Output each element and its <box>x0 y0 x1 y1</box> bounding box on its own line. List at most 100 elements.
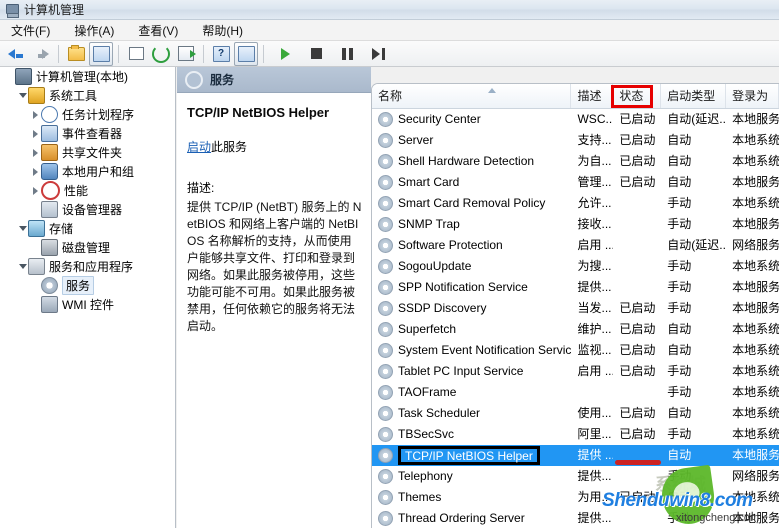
cell-service-name: Themes <box>372 487 571 508</box>
tree-node-label: 存储 <box>49 222 74 236</box>
play-icon <box>280 47 290 60</box>
cell-startup-type: 手动 <box>667 511 692 525</box>
start-service-button[interactable] <box>273 42 297 66</box>
cell-startup-type: 自动 <box>667 490 692 504</box>
service-name-text: Smart Card Removal Policy <box>398 196 546 210</box>
table-row[interactable]: Software Protection 启用 ... 自动(延迟... 网络服务 <box>372 235 779 256</box>
tree-node-10[interactable]: 服务和应用程序 <box>0 257 175 276</box>
column-header-description[interactable]: 描述 <box>571 84 614 108</box>
table-row[interactable]: TBSecSvc 阿里... 已启动 手动 本地系统 <box>372 424 779 445</box>
chevron-right-icon[interactable] <box>30 181 41 200</box>
table-row[interactable]: SSDP Discovery 当发... 已启动 手动 本地服务 <box>372 298 779 319</box>
tree-node-4[interactable]: 共享文件夹 <box>0 143 175 162</box>
table-row[interactable]: SogouUpdate 为搜... 手动 本地系统 <box>372 256 779 277</box>
cell-description: 维护... <box>577 322 612 336</box>
table-row[interactable]: Smart Card Removal Policy 允许... 手动 本地系统 <box>372 193 779 214</box>
table-row[interactable]: Security Center WSC... 已启动 自动(延迟... 本地服务 <box>372 109 779 130</box>
forward-button[interactable] <box>29 42 53 66</box>
console-tree[interactable]: 计算机管理(本地) 系统工具 任务计划程序 事件查看器 共享文件夹 本地用户和组 性能 设备管… <box>0 67 176 528</box>
show-tree-button[interactable] <box>89 41 113 66</box>
service-gear-icon <box>378 133 393 148</box>
table-row[interactable]: System Event Notification Service 监视... 已启… <box>372 340 779 361</box>
tree-node-8[interactable]: 存储 <box>0 219 175 238</box>
column-header-status[interactable]: 状态 <box>613 84 662 108</box>
cell-logon-as: 本地服务 <box>732 511 779 525</box>
table-row[interactable]: SNMP Trap 接收... 手动 本地服务 <box>372 214 779 235</box>
services-list-panel[interactable]: 名称 描述 状态 启动类型 登录为 Security Center WSC... 已… <box>371 83 779 528</box>
chevron-right-icon[interactable] <box>30 124 41 143</box>
cell-startup-type: 自动 <box>667 133 692 147</box>
table-row[interactable]: Server 支持... 已启动 自动 本地系统 <box>372 130 779 151</box>
refresh-icon <box>152 44 170 63</box>
cell-description: 监视... <box>577 343 612 357</box>
menu-action[interactable]: 操作(A) <box>71 21 117 40</box>
share-icon <box>41 144 58 161</box>
tree-node-12[interactable]: WMI 控件 <box>0 295 175 314</box>
start-service-link[interactable]: 启动 <box>187 140 211 154</box>
tree-node-1[interactable]: 系统工具 <box>0 86 175 105</box>
stop-service-button[interactable] <box>304 42 328 66</box>
service-name-text: SSDP Discovery <box>398 301 487 315</box>
table-row[interactable]: Smart Card 管理... 已启动 自动 本地服务 <box>372 172 779 193</box>
chevron-down-icon[interactable] <box>17 219 28 238</box>
menu-file[interactable]: 文件(F) <box>8 21 53 40</box>
services-rows-container[interactable]: Security Center WSC... 已启动 自动(延迟... 本地服务 Serv… <box>372 109 779 528</box>
column-header-startup-type[interactable]: 启动类型 <box>661 84 727 108</box>
service-name-text: Tablet PC Input Service <box>398 364 524 378</box>
column-header-logon-as[interactable]: 登录为 <box>726 84 779 108</box>
help-button[interactable]: ? <box>209 42 233 66</box>
cell-status <box>613 214 661 235</box>
chevron-right-icon[interactable] <box>30 162 41 181</box>
back-button[interactable] <box>4 42 28 66</box>
service-name-text: Task Scheduler <box>398 406 481 420</box>
tree-node-2[interactable]: 任务计划程序 <box>0 105 175 124</box>
table-row[interactable]: SPP Notification Service 提供... 手动 本地服务 <box>372 277 779 298</box>
table-row[interactable]: Thread Ordering Server 提供... 手动 本地服务 <box>372 508 779 528</box>
service-name-text: SNMP Trap <box>398 217 460 231</box>
table-row[interactable]: Tablet PC Input Service 启用 ... 已启动 手动 本地系统 <box>372 361 779 382</box>
column-header-name[interactable]: 名称 <box>372 84 572 108</box>
table-row[interactable]: Telephony 提供... 手动 网络服务 <box>372 466 779 487</box>
service-gear-icon <box>378 364 393 379</box>
pause-service-button[interactable] <box>335 42 359 66</box>
tree-node-5[interactable]: 本地用户和组 <box>0 162 175 181</box>
properties-button[interactable] <box>124 42 148 66</box>
up-folder-button[interactable] <box>64 42 88 66</box>
service-gear-icon <box>378 469 393 484</box>
chevron-down-icon[interactable] <box>17 86 28 105</box>
chevron-right-icon[interactable] <box>30 105 41 124</box>
service-action-suffix: 此服务 <box>211 140 248 154</box>
cell-service-name: Task Scheduler <box>372 403 571 424</box>
cell-description: 提供... <box>577 280 612 294</box>
service-name-text: Software Protection <box>398 238 503 252</box>
menu-help[interactable]: 帮助(H) <box>199 21 246 40</box>
cell-logon-as: 本地系统 <box>732 259 779 273</box>
export-list-button[interactable] <box>174 42 198 66</box>
menu-view[interactable]: 查看(V) <box>135 21 181 40</box>
chevron-down-icon[interactable] <box>17 257 28 276</box>
tree-node-6[interactable]: 性能 <box>0 181 175 200</box>
table-row[interactable]: Shell Hardware Detection 为自... 已启动 自动 本地系统 <box>372 151 779 172</box>
chevron-right-icon[interactable] <box>30 143 41 162</box>
cell-logon-as: 本地系统 <box>732 196 779 210</box>
table-row[interactable]: TCP/IP NetBIOS Helper 提供 ... 自动 本地服务 <box>372 445 779 466</box>
table-row[interactable]: Superfetch 维护... 已启动 自动 本地系统 <box>372 319 779 340</box>
toolbar-separator <box>263 44 264 63</box>
restart-service-button[interactable] <box>366 42 390 66</box>
properties-icon <box>128 47 144 60</box>
tree-node-3[interactable]: 事件查看器 <box>0 124 175 143</box>
show-action-pane-button[interactable] <box>234 41 258 66</box>
table-row[interactable]: Task Scheduler 使用... 已启动 自动 本地系统 <box>372 403 779 424</box>
tree-node-9[interactable]: 磁盘管理 <box>0 238 175 257</box>
cell-service-name: Thread Ordering Server <box>372 508 571 528</box>
tree-node-7[interactable]: 设备管理器 <box>0 200 175 219</box>
tree-node-11[interactable]: 服务 <box>0 276 175 295</box>
table-row[interactable]: TAOFrame 手动 本地系统 <box>372 382 779 403</box>
tree-node-0[interactable]: 计算机管理(本地) <box>0 67 175 86</box>
service-name-text: Thread Ordering Server <box>398 511 525 525</box>
cell-status <box>613 235 661 256</box>
refresh-button[interactable] <box>149 42 173 66</box>
table-row[interactable]: Themes 为用... 已启动 自动 本地系统 <box>372 487 779 508</box>
